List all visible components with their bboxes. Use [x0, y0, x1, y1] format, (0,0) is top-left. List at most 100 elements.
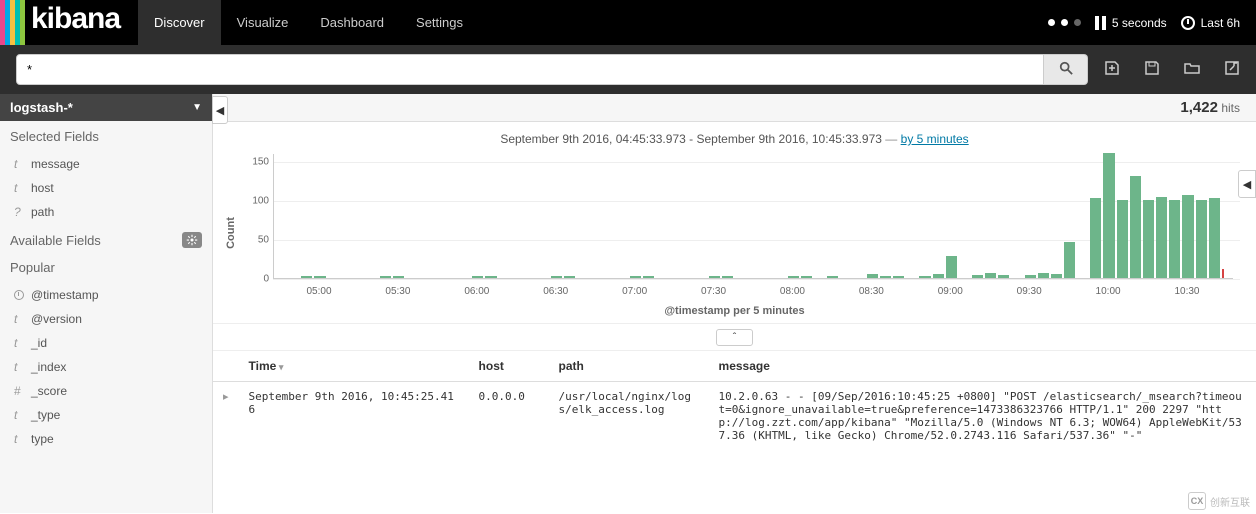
nav-right: 5 seconds Last 6h: [1048, 16, 1256, 30]
time-picker[interactable]: Last 6h: [1181, 16, 1240, 30]
bar[interactable]: [867, 274, 878, 278]
bar[interactable]: [1117, 200, 1128, 278]
collapse-right-button[interactable]: ◀: [1238, 170, 1256, 198]
save-icon[interactable]: [1144, 60, 1160, 79]
field-@timestamp[interactable]: @timestamp: [0, 283, 212, 307]
bar[interactable]: [1222, 269, 1224, 278]
field-type-icon: [14, 432, 24, 446]
cell-path: /usr/local/nginx/logs/elk_access.log: [549, 382, 709, 451]
bar[interactable]: [1182, 195, 1193, 278]
bar[interactable]: [709, 276, 720, 278]
expand-row-button[interactable]: ▸: [213, 382, 239, 451]
bar[interactable]: [1143, 200, 1154, 278]
bar[interactable]: [314, 276, 325, 278]
bar[interactable]: [630, 276, 641, 278]
bar[interactable]: [933, 274, 944, 278]
refresh-interval[interactable]: 5 seconds: [1095, 16, 1167, 30]
histogram-chart[interactable]: Count 05010015005:0005:3006:0006:3007:00…: [213, 150, 1256, 303]
field-path[interactable]: path: [0, 200, 212, 224]
field-type[interactable]: type: [0, 427, 212, 451]
bar[interactable]: [1051, 274, 1062, 278]
bar[interactable]: [1090, 198, 1101, 278]
field-_id[interactable]: _id: [0, 331, 212, 355]
bar[interactable]: [1196, 200, 1207, 278]
bar[interactable]: [551, 276, 562, 278]
bar[interactable]: [827, 276, 838, 278]
field-_score[interactable]: _score: [0, 379, 212, 403]
bar[interactable]: [393, 276, 404, 278]
tab-dashboard[interactable]: Dashboard: [304, 0, 400, 45]
bar[interactable]: [998, 275, 1009, 278]
bar[interactable]: [919, 276, 930, 278]
bar[interactable]: [1064, 242, 1075, 278]
column-time[interactable]: Time ▾: [239, 351, 469, 382]
bar[interactable]: [301, 276, 312, 278]
x-tick: 07:00: [622, 286, 647, 297]
field-type-icon: [14, 336, 24, 350]
field-settings-button[interactable]: [182, 232, 202, 248]
share-icon[interactable]: [1224, 60, 1240, 79]
column-host[interactable]: host: [469, 351, 549, 382]
toolbar-icons: [1104, 60, 1240, 79]
time-range-header: September 9th 2016, 04:45:33.973 - Septe…: [213, 122, 1256, 150]
new-search-icon[interactable]: [1104, 60, 1120, 79]
tab-visualize[interactable]: Visualize: [221, 0, 305, 45]
bar[interactable]: [788, 276, 799, 278]
bar[interactable]: [1103, 153, 1114, 278]
bar[interactable]: [643, 276, 654, 278]
y-tick: 150: [243, 156, 269, 167]
bar[interactable]: [1025, 275, 1036, 278]
y-tick: 50: [243, 234, 269, 245]
index-pattern-select[interactable]: logstash-* ▼: [0, 94, 212, 121]
bar[interactable]: [893, 276, 904, 278]
field-type-icon: [14, 408, 24, 422]
field-@version[interactable]: @version: [0, 307, 212, 331]
x-tick: 09:00: [938, 286, 963, 297]
bar[interactable]: [880, 276, 891, 278]
bar[interactable]: [564, 276, 575, 278]
tab-settings[interactable]: Settings: [400, 0, 479, 45]
tab-discover[interactable]: Discover: [138, 0, 221, 45]
clock-icon: [14, 290, 24, 300]
bar[interactable]: [485, 276, 496, 278]
hits-bar: 1,422 hits: [213, 94, 1256, 122]
content: 1,422 hits September 9th 2016, 04:45:33.…: [213, 94, 1256, 513]
bar[interactable]: [1169, 200, 1180, 278]
bar[interactable]: [472, 276, 483, 278]
bar[interactable]: [1038, 273, 1049, 278]
field-type-icon: [14, 360, 24, 374]
bar[interactable]: [972, 275, 983, 278]
bar[interactable]: [985, 273, 996, 278]
search-input[interactable]: [16, 54, 1044, 85]
status-dots-icon[interactable]: [1048, 19, 1081, 26]
field-type-icon: [14, 384, 24, 398]
field-host[interactable]: host: [0, 176, 212, 200]
bar[interactable]: [801, 276, 812, 278]
x-tick: 09:30: [1017, 286, 1042, 297]
x-tick: 05:30: [385, 286, 410, 297]
field-message[interactable]: message: [0, 152, 212, 176]
bar[interactable]: [380, 276, 391, 278]
y-tick: 100: [243, 195, 269, 206]
bar[interactable]: [1209, 198, 1220, 278]
clock-icon: [1181, 16, 1195, 30]
y-tick: 0: [243, 274, 269, 285]
search-button[interactable]: [1044, 54, 1088, 85]
index-pattern-label: logstash-*: [10, 100, 73, 115]
collapse-chart-button[interactable]: ˆ: [716, 329, 753, 346]
open-icon[interactable]: [1184, 60, 1200, 79]
refresh-interval-label: 5 seconds: [1112, 16, 1167, 30]
field-type-icon: [14, 157, 24, 171]
bar[interactable]: [1156, 197, 1167, 278]
logo-text: kibana: [25, 0, 138, 45]
column-message[interactable]: message: [709, 351, 1256, 382]
x-tick: 06:00: [464, 286, 489, 297]
field-_index[interactable]: _index: [0, 355, 212, 379]
field-_type[interactable]: _type: [0, 403, 212, 427]
bar[interactable]: [722, 276, 733, 278]
bar[interactable]: [946, 256, 957, 278]
collapse-sidebar-button[interactable]: ◀: [212, 96, 228, 124]
bar[interactable]: [1130, 176, 1141, 278]
interval-link[interactable]: by 5 minutes: [901, 132, 969, 146]
column-path[interactable]: path: [549, 351, 709, 382]
